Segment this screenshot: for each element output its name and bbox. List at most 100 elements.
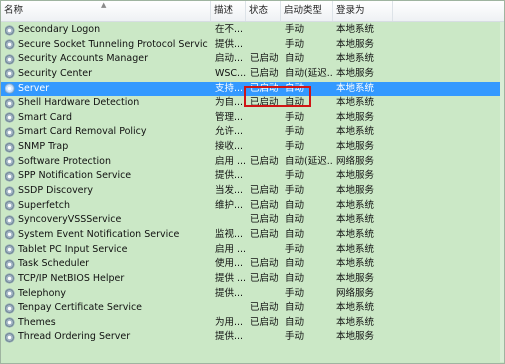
service-status: 已启动 [250,228,279,240]
service-description: 支持... [215,82,244,94]
service-description: 使用... [215,258,244,270]
service-name: Themes [18,316,56,328]
service-row[interactable]: System Event Notification Service 监视... 已启… [1,228,504,243]
service-row[interactable]: Telephony 提供... 手动 网络服务 [1,287,504,302]
service-row[interactable]: Security Center WSC... 已启动 自动(延迟... 本地服务 [1,67,504,82]
service-startup-type: 自动 [285,199,305,211]
service-description: 在不... [215,24,244,35]
service-status: 已启动 [250,67,279,79]
service-startup-type: 手动 [285,185,305,197]
service-status: 已启动 [250,53,279,65]
service-gear-icon [5,38,17,52]
column-header-description[interactable]: 描述 [211,1,246,21]
service-row[interactable]: SPP Notification Service 提供... 手动 本地服务 [1,169,504,184]
service-name: Security Center [18,67,93,79]
service-logon-as: 本地系统 [336,243,375,255]
service-logon-as: 本地系统 [336,126,375,138]
service-description: 为自... [215,97,244,109]
service-logon-as: 本地服务 [336,185,375,197]
service-gear-icon [5,243,17,257]
service-row[interactable]: TCP/IP NetBIOS Helper 提供 ... 已启动 自动 本地服务 [1,272,504,287]
service-gear-icon [5,330,17,344]
scrollbar-edge[interactable] [500,22,504,362]
service-startup-type: 自动(延迟... [285,67,333,79]
service-logon-as: 本地系统 [336,258,375,270]
service-gear-icon [5,23,17,37]
service-logon-as: 本地服务 [336,67,375,79]
service-logon-as: 本地服务 [336,272,375,284]
sort-arrow-icon: ▲ [101,1,107,9]
service-startup-type: 手动 [285,24,305,35]
service-name: Telephony [18,287,67,299]
service-status: 已启动 [250,302,279,314]
service-startup-type: 手动 [285,170,305,182]
service-logon-as: 本地服务 [336,141,375,153]
service-name: Server [18,82,50,94]
service-name: Secondary Logon [18,24,101,35]
service-startup-type: 手动 [285,243,305,255]
service-status: 已启动 [250,214,279,226]
service-name: SSDP Discovery [18,185,94,197]
column-header-startup-type[interactable]: 启动类型 [281,1,333,21]
service-startup-type: 自动 [285,53,305,65]
service-row[interactable]: Smart Card 管理... 手动 本地服务 [1,111,504,126]
service-row[interactable]: Task Scheduler 使用... 已启动 自动 本地系统 [1,257,504,272]
service-name: Software Protection [18,155,111,167]
services-list: Secondary Logon 在不... 手动 本地系统 Secure Socket … [1,23,504,345]
service-row[interactable]: Secondary Logon 在不... 手动 本地系统 [1,23,504,38]
column-header-status[interactable]: 状态 [246,1,281,21]
service-logon-as: 本地系统 [336,53,375,65]
service-description: 为用... [215,316,244,328]
service-startup-type: 自动 [285,258,305,270]
service-name: System Event Notification Service [18,228,180,240]
service-description: 提供... [215,170,244,182]
service-logon-as: 本地系统 [336,316,375,328]
service-name: SNMP Trap [18,141,69,153]
service-gear-icon [5,184,17,198]
service-description: 管理... [215,111,244,123]
service-row[interactable]: SNMP Trap 接收... 手动 本地服务 [1,140,504,155]
service-status: 已启动 [250,316,279,328]
service-description: 允许... [215,126,244,138]
service-row[interactable]: Themes 为用... 已启动 自动 本地系统 [1,316,504,331]
service-startup-type: 自动 [285,214,305,226]
service-row[interactable]: Secure Socket Tunneling Protocol Service… [1,38,504,53]
service-description: 启动... [215,53,244,65]
service-row[interactable]: Tablet PC Input Service 启用 ... 手动 本地系统 [1,243,504,258]
service-startup-type: 手动 [285,126,305,138]
service-gear-icon [5,155,17,169]
service-description: 维护... [215,199,244,211]
service-row[interactable]: Security Accounts Manager 启动... 已启动 自动 本地系统 [1,52,504,67]
service-startup-type: 手动 [285,141,305,153]
service-name: Thread Ordering Server [18,331,131,343]
service-logon-as: 本地系统 [336,199,375,211]
service-gear-icon [5,228,17,242]
service-description: 提供... [215,38,244,50]
service-row[interactable]: Smart Card Removal Policy 允许... 手动 本地系统 [1,125,504,140]
service-row[interactable]: SyncoveryVSSService 已启动 自动 本地系统 [1,213,504,228]
service-status: 已启动 [250,199,279,211]
column-header-bar: 名称 ▲ 描述 状态 启动类型 登录为 [1,1,504,22]
service-logon-as: 本地系统 [336,228,375,240]
service-row[interactable]: Software Protection 启用 ... 已启动 自动(延迟... 网络服务 [1,155,504,170]
service-startup-type: 手动 [285,287,305,299]
service-row[interactable]: SSDP Discovery 当发... 已启动 手动 本地服务 [1,184,504,199]
service-description: 启用 ... [215,243,247,255]
service-name: Task Scheduler [18,258,90,270]
service-status: 已启动 [250,258,279,270]
service-logon-as: 本地系统 [336,24,375,35]
service-name: SyncoveryVSSService [18,214,122,226]
service-startup-type: 手动 [285,111,305,123]
service-startup-type: 自动 [285,302,305,314]
service-description: 提供... [215,331,244,343]
service-name: Secure Socket Tunneling Protocol Service [18,38,208,50]
service-row[interactable]: Superfetch 维护... 已启动 自动 本地系统 [1,199,504,214]
column-header-logon-as[interactable]: 登录为 [333,1,393,21]
service-logon-as: 本地系统 [336,82,375,94]
service-row[interactable]: Tenpay Certificate Service 已启动 自动 本地系统 [1,301,504,316]
service-gear-icon [5,213,17,227]
service-description: 接收... [215,141,244,153]
service-logon-as: 本地系统 [336,97,375,109]
service-row[interactable]: Thread Ordering Server 提供... 手动 本地服务 [1,330,504,345]
services-window: 名称 ▲ 描述 状态 启动类型 登录为 Secondary Logon 在不...… [0,0,505,364]
